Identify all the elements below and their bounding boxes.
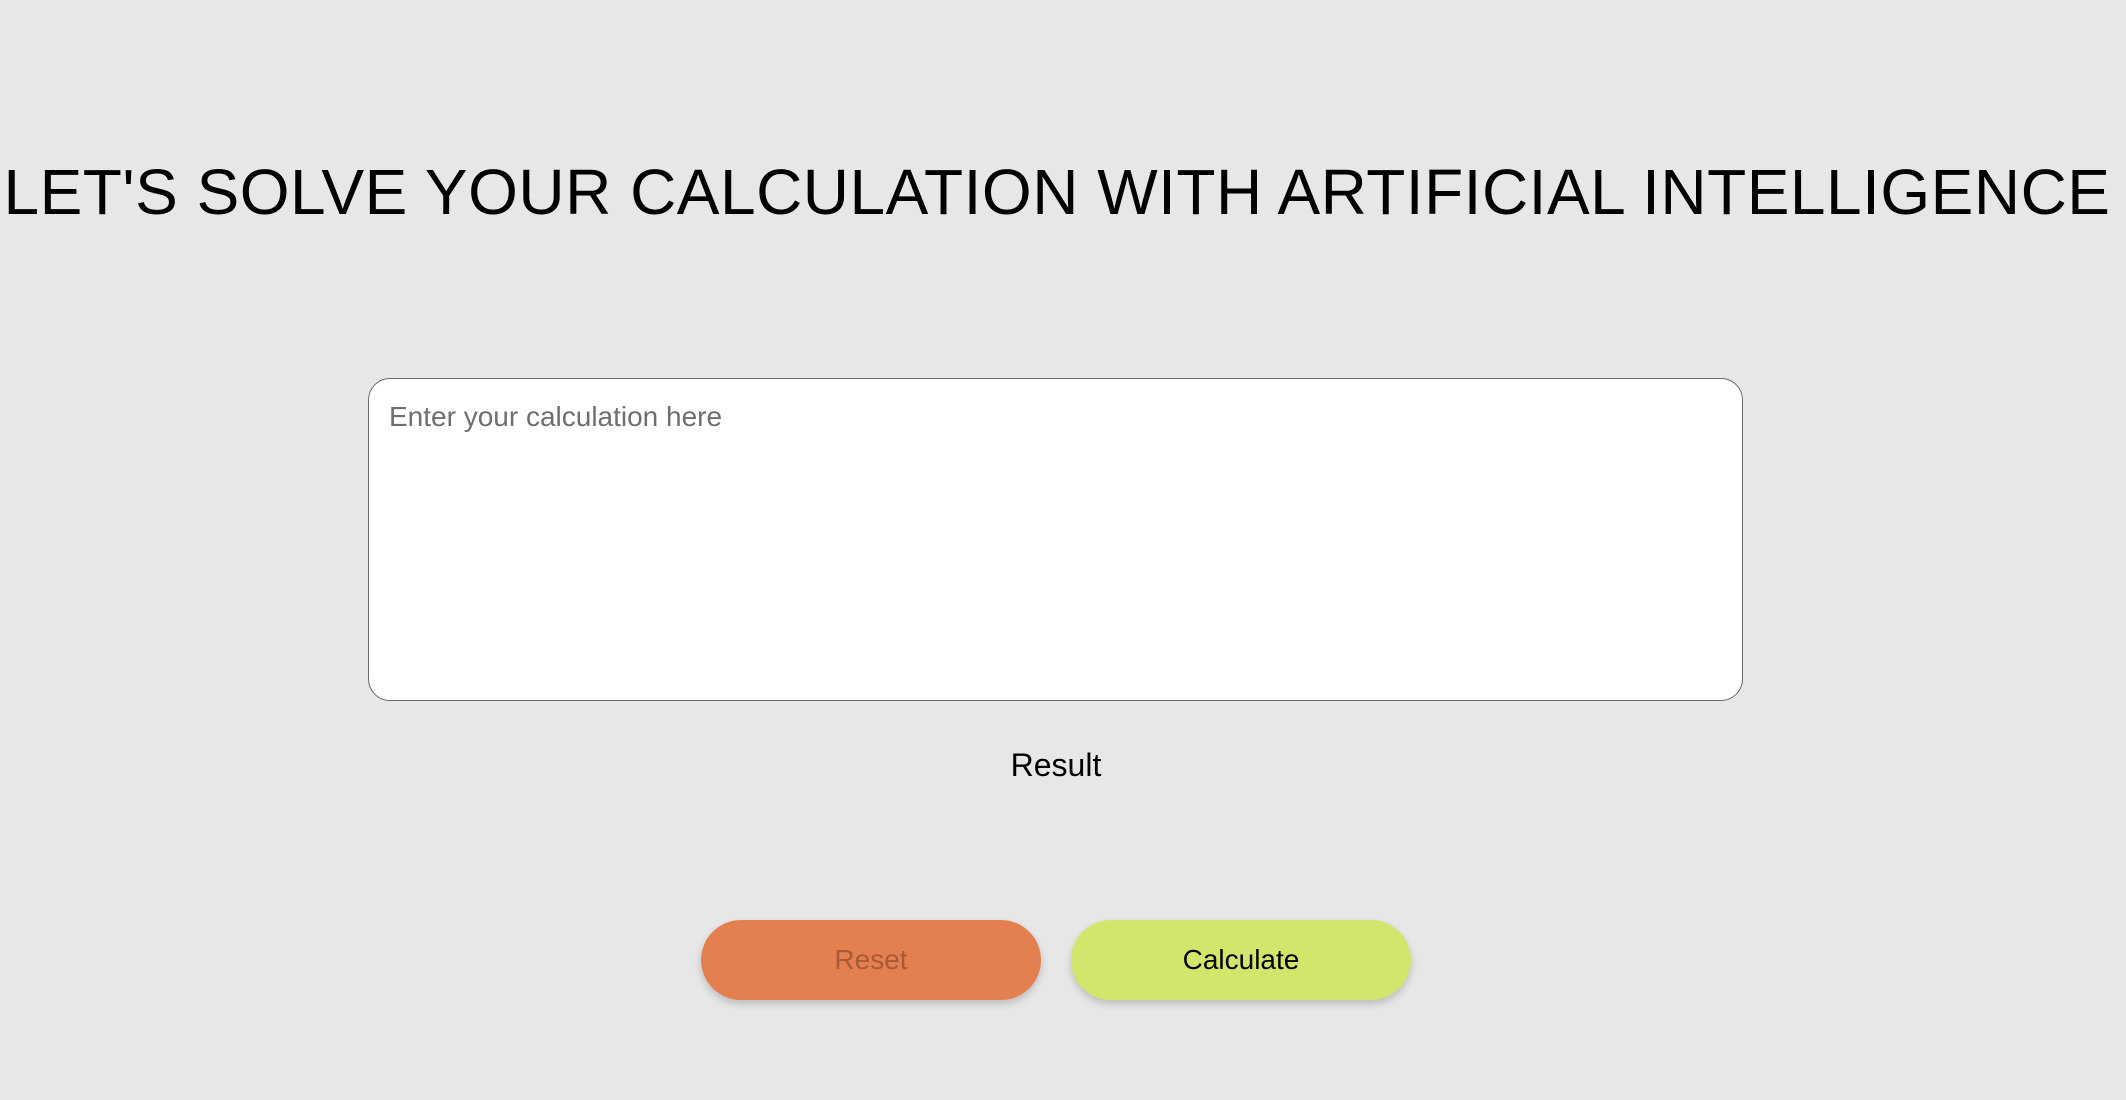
result-label: Result: [1010, 747, 1102, 783]
reset-button[interactable]: Reset: [701, 920, 1041, 1000]
calculate-button[interactable]: Calculate: [1071, 920, 1411, 1000]
calculation-input[interactable]: [368, 378, 1743, 701]
page-title: LET'S SOLVE YOUR CALCULATION WITH ARTIFI…: [3, 156, 2111, 228]
